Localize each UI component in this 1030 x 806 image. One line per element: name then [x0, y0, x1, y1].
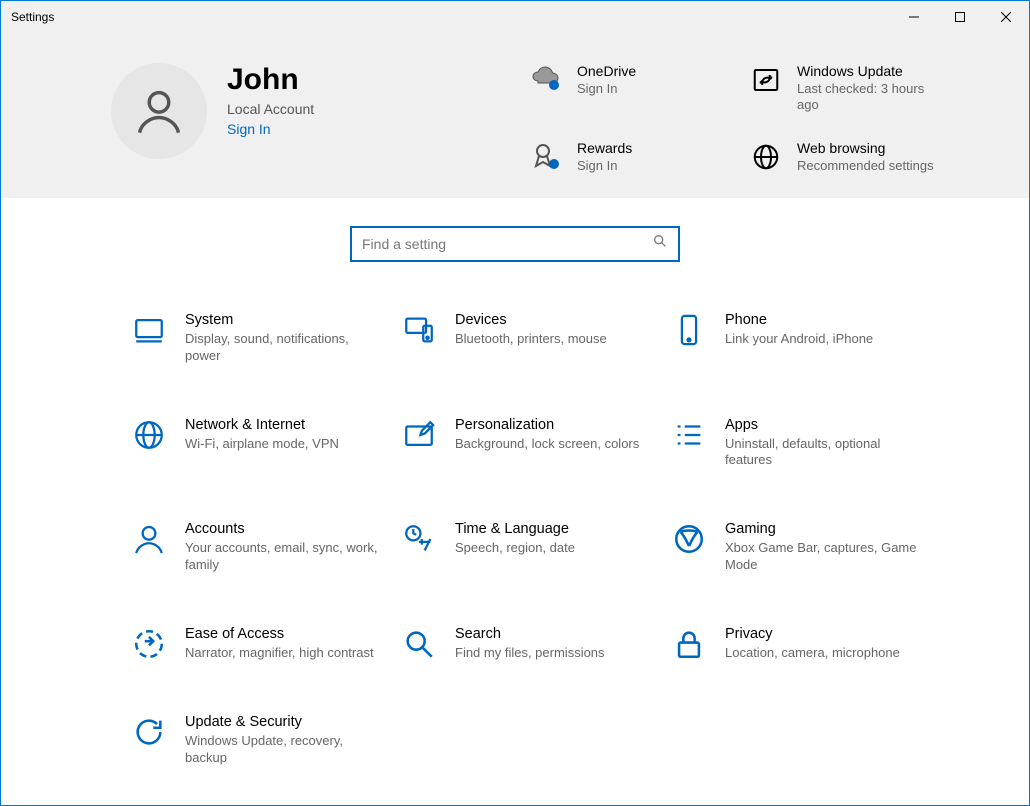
personalization-icon — [401, 417, 437, 453]
tile-sub: Find my files, permissions — [455, 645, 605, 662]
windows-update-icon — [749, 63, 783, 97]
rewards-icon — [529, 140, 563, 174]
tile-sub: Bluetooth, printers, mouse — [455, 331, 607, 348]
network-icon — [131, 417, 167, 453]
header-tile-title: Windows Update — [797, 63, 947, 79]
tile-sub: Speech, region, date — [455, 540, 575, 557]
tile-sub: Link your Android, iPhone — [725, 331, 873, 348]
tile-sub: Location, camera, microphone — [725, 645, 900, 662]
gaming-icon — [671, 521, 707, 557]
header-tile-sub: Sign In — [577, 81, 636, 97]
tile-sub: Uninstall, defaults, optional features — [725, 436, 925, 470]
header-tile-sub: Sign In — [577, 158, 632, 174]
update-security-icon — [131, 714, 167, 750]
header-tile-web-browsing[interactable]: Web browsing Recommended settings — [749, 140, 969, 174]
tile-title: Ease of Access — [185, 626, 374, 642]
devices-icon — [401, 312, 437, 348]
window-title: Settings — [1, 10, 891, 24]
tile-title: Network & Internet — [185, 417, 339, 433]
time-language-icon — [401, 521, 437, 557]
tile-search[interactable]: Search Find my files, permissions — [401, 626, 671, 662]
close-button[interactable] — [983, 1, 1029, 33]
header-tile-windows-update[interactable]: Windows Update Last checked: 3 hours ago — [749, 63, 969, 114]
header-tile-title: Rewards — [577, 140, 632, 156]
search-category-icon — [401, 626, 437, 662]
header-tile-sub: Last checked: 3 hours ago — [797, 81, 947, 114]
tile-title: Apps — [725, 417, 925, 433]
tile-title: Gaming — [725, 521, 925, 537]
tile-title: System — [185, 312, 385, 328]
tile-privacy[interactable]: Privacy Location, camera, microphone — [671, 626, 941, 662]
header-tile-onedrive[interactable]: OneDrive Sign In — [529, 63, 749, 114]
search-icon — [652, 233, 668, 254]
header: John Local Account Sign In OneDrive Sign… — [1, 33, 1029, 198]
tile-time-language[interactable]: Time & Language Speech, region, date — [401, 521, 671, 574]
minimize-button[interactable] — [891, 1, 937, 33]
tile-title: Phone — [725, 312, 873, 328]
search-input[interactable] — [362, 236, 652, 252]
tile-gaming[interactable]: Gaming Xbox Game Bar, captures, Game Mod… — [671, 521, 941, 574]
accounts-icon — [131, 521, 167, 557]
tile-sub: Xbox Game Bar, captures, Game Mode — [725, 540, 925, 574]
onedrive-icon — [529, 63, 563, 97]
tile-sub: Background, lock screen, colors — [455, 436, 639, 453]
tile-update-security[interactable]: Update & Security Windows Update, recove… — [131, 714, 401, 767]
user-name: John — [227, 63, 314, 97]
header-tile-title: Web browsing — [797, 140, 934, 156]
user-block: John Local Account Sign In — [227, 63, 314, 137]
tile-apps[interactable]: Apps Uninstall, defaults, optional featu… — [671, 417, 941, 470]
tile-title: Accounts — [185, 521, 385, 537]
system-icon — [131, 312, 167, 348]
header-tile-title: OneDrive — [577, 63, 636, 79]
tile-devices[interactable]: Devices Bluetooth, printers, mouse — [401, 312, 671, 365]
tile-personalization[interactable]: Personalization Background, lock screen,… — [401, 417, 671, 470]
phone-icon — [671, 312, 707, 348]
tile-network[interactable]: Network & Internet Wi-Fi, airplane mode,… — [131, 417, 401, 470]
header-tile-rewards[interactable]: Rewards Sign In — [529, 140, 749, 174]
tile-system[interactable]: System Display, sound, notifications, po… — [131, 312, 401, 365]
tile-title: Personalization — [455, 417, 639, 433]
tile-title: Search — [455, 626, 605, 642]
user-account-type: Local Account — [227, 101, 314, 117]
maximize-button[interactable] — [937, 1, 983, 33]
settings-window: Settings John Local Account Sign In — [0, 0, 1030, 806]
header-tile-sub: Recommended settings — [797, 158, 934, 174]
tile-title: Time & Language — [455, 521, 575, 537]
search-box[interactable] — [350, 226, 680, 262]
tile-sub: Wi-Fi, airplane mode, VPN — [185, 436, 339, 453]
tile-sub: Windows Update, recovery, backup — [185, 733, 385, 767]
user-avatar[interactable] — [111, 63, 207, 159]
search-area — [1, 198, 1029, 272]
ease-of-access-icon — [131, 626, 167, 662]
tile-ease-of-access[interactable]: Ease of Access Narrator, magnifier, high… — [131, 626, 401, 662]
tile-sub: Narrator, magnifier, high contrast — [185, 645, 374, 662]
tile-title: Devices — [455, 312, 607, 328]
privacy-icon — [671, 626, 707, 662]
tile-title: Update & Security — [185, 714, 385, 730]
header-tiles: OneDrive Sign In Windows Update Last che… — [529, 63, 969, 174]
tile-title: Privacy — [725, 626, 900, 642]
titlebar: Settings — [1, 1, 1029, 33]
tile-phone[interactable]: Phone Link your Android, iPhone — [671, 312, 941, 365]
tile-sub: Display, sound, notifications, power — [185, 331, 385, 365]
apps-icon — [671, 417, 707, 453]
tile-accounts[interactable]: Accounts Your accounts, email, sync, wor… — [131, 521, 401, 574]
tile-sub: Your accounts, email, sync, work, family — [185, 540, 385, 574]
category-grid: System Display, sound, notifications, po… — [1, 272, 1029, 767]
globe-icon — [749, 140, 783, 174]
user-sign-in-link[interactable]: Sign In — [227, 121, 314, 137]
